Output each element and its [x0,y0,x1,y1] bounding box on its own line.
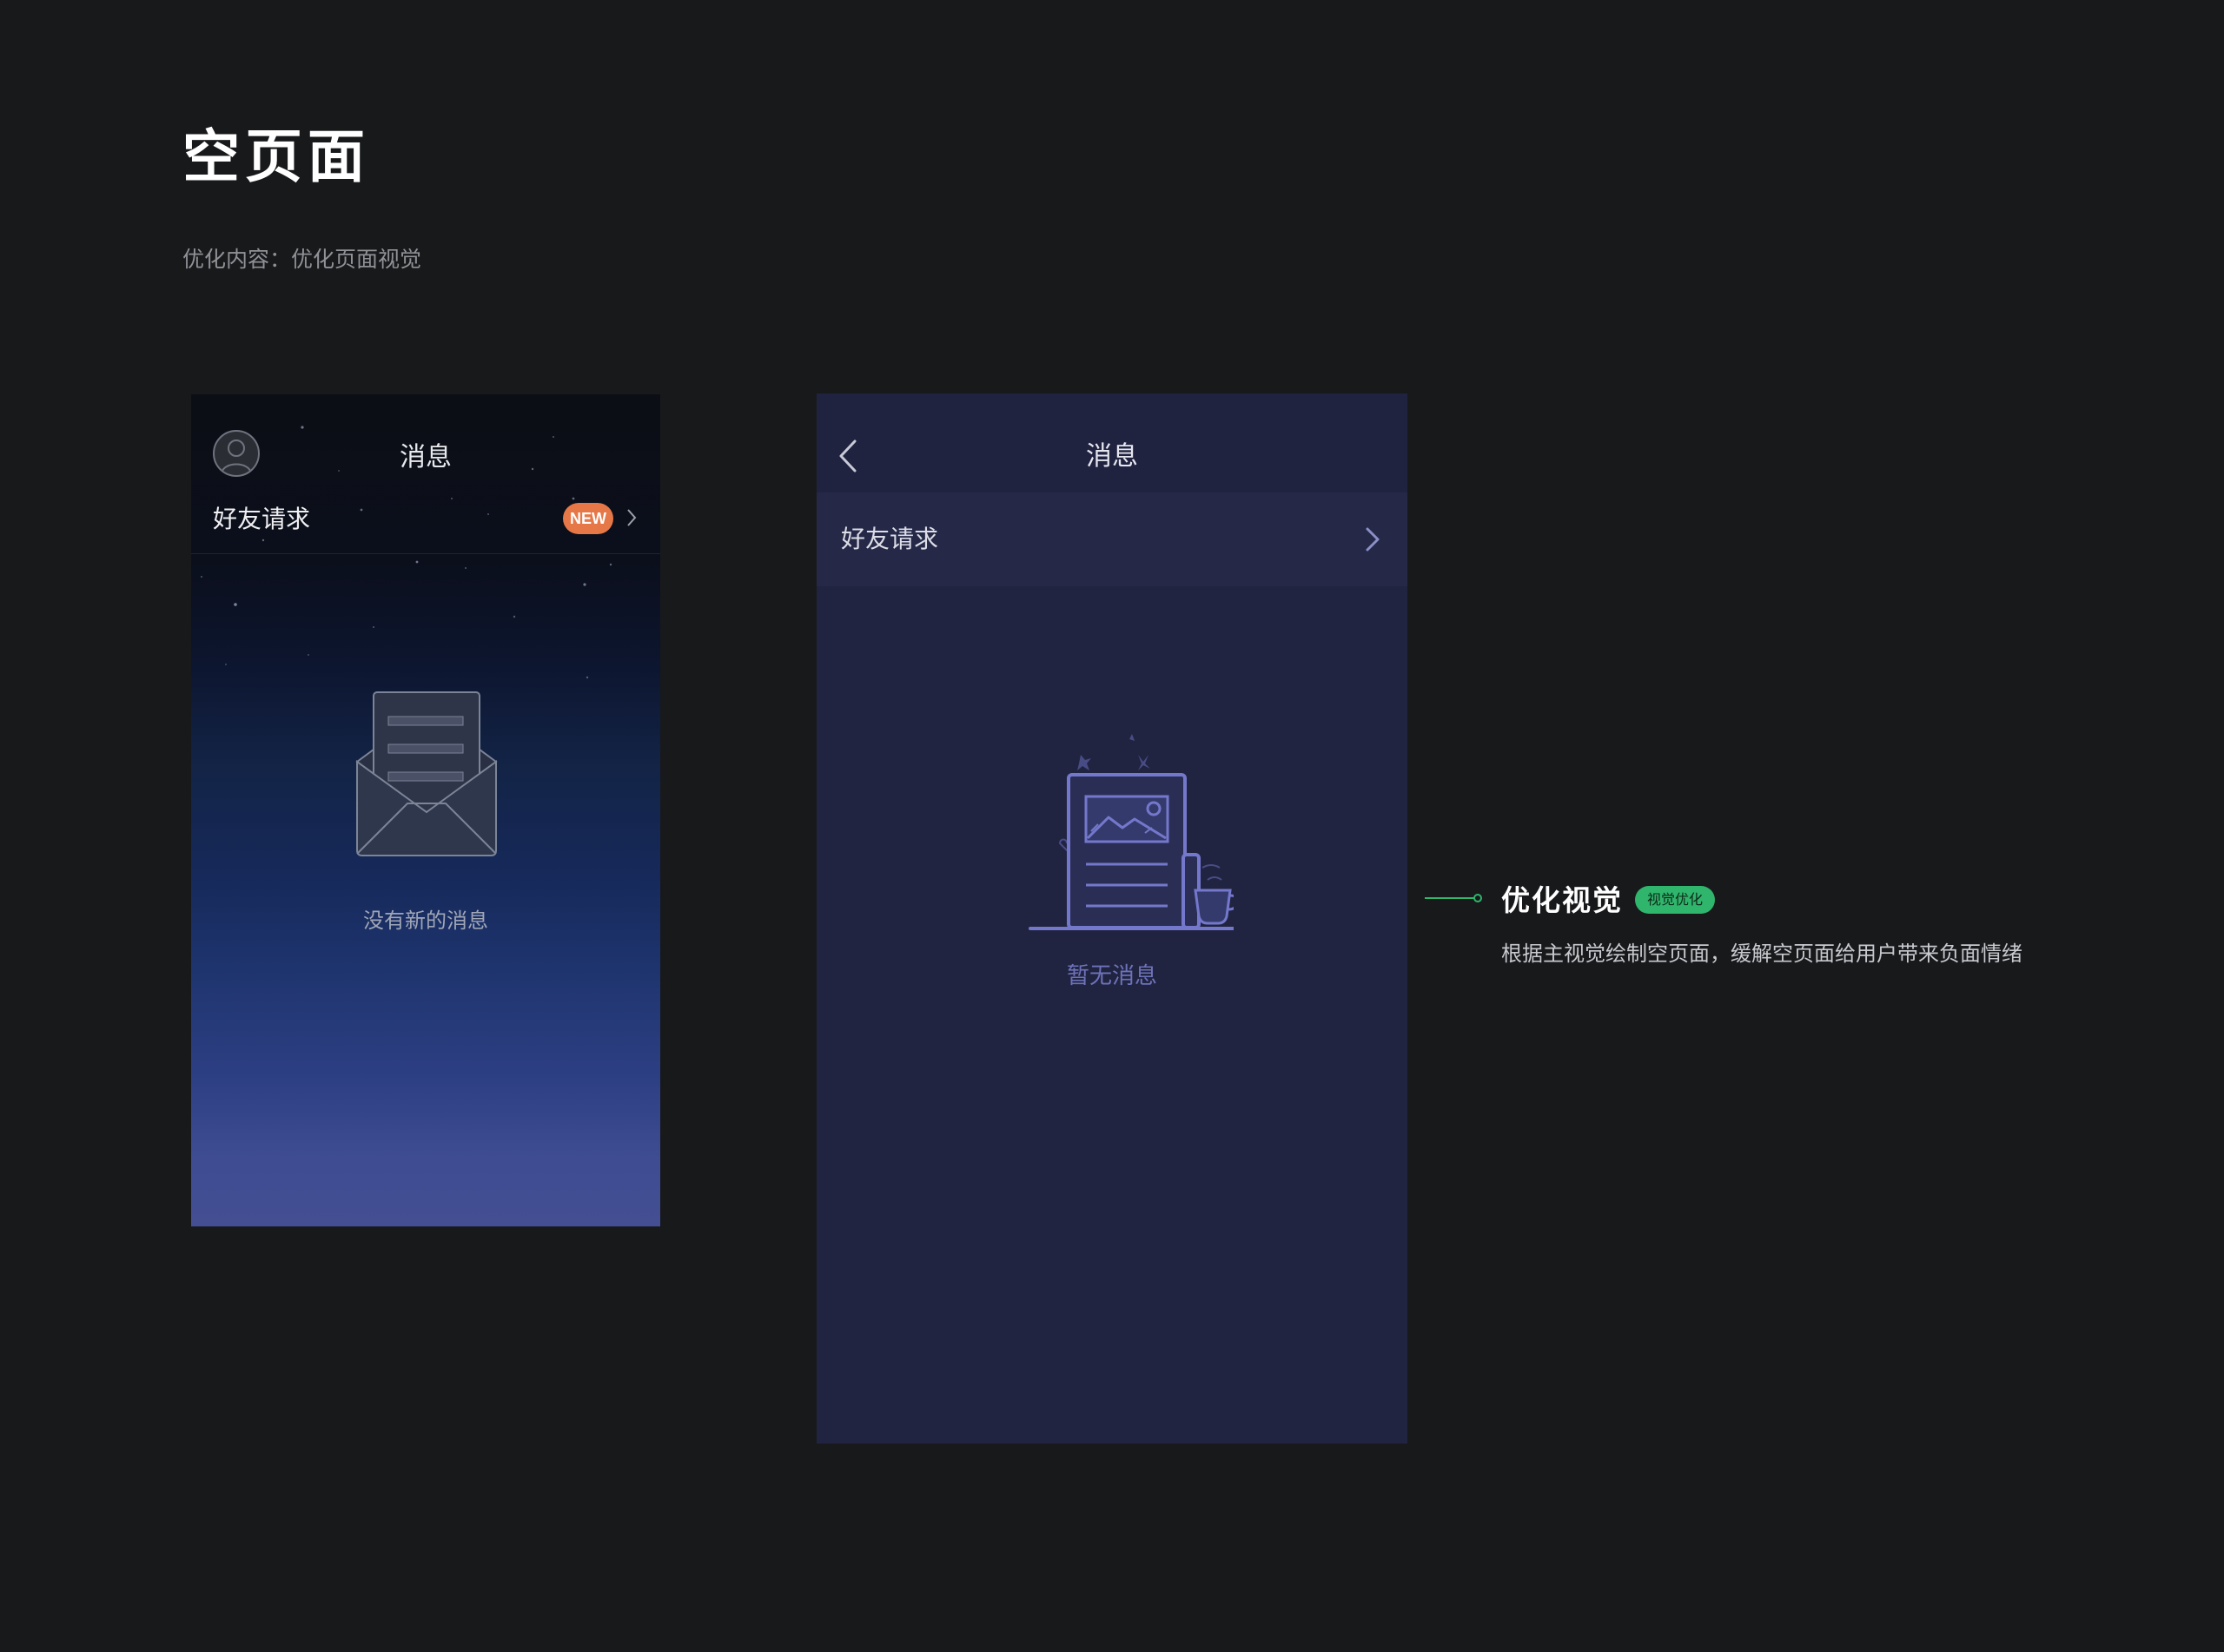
chevron-right-icon[interactable] [1364,525,1381,553]
page-subtitle: 优化内容：优化页面视觉 [182,247,422,272]
friend-request-row[interactable]: 好友请求 [817,492,1407,586]
empty-state-text: 没有新的消息 [363,909,488,933]
old-screen: 消息 好友请求 NEW 没有新的消息 [191,394,660,1226]
annotation-title: 优化视觉 [1501,883,1623,917]
new-badge: NEW [563,503,613,534]
page-title: 空页面 [182,123,370,190]
empty-state-text: 暂无消息 [1066,963,1157,989]
new-screen: 消息 好友请求 暂无消息 [817,393,1407,1444]
friend-request-label: 好友请求 [841,525,939,553]
document-illustration [1029,734,1234,930]
annotation-connector [1425,894,1482,902]
chevron-right-icon[interactable] [626,507,638,528]
envelope-icon [355,691,498,856]
friend-request-label[interactable]: 好友请求 [213,507,310,532]
annotation-description: 根据主视觉绘制空页面，缓解空页面给用户带来负面情绪 [1501,942,2022,966]
divider [191,553,660,554]
annotation-badge: 视觉优化 [1635,886,1716,914]
nav-title: 消息 [1086,441,1138,472]
nav-title: 消息 [400,442,452,472]
